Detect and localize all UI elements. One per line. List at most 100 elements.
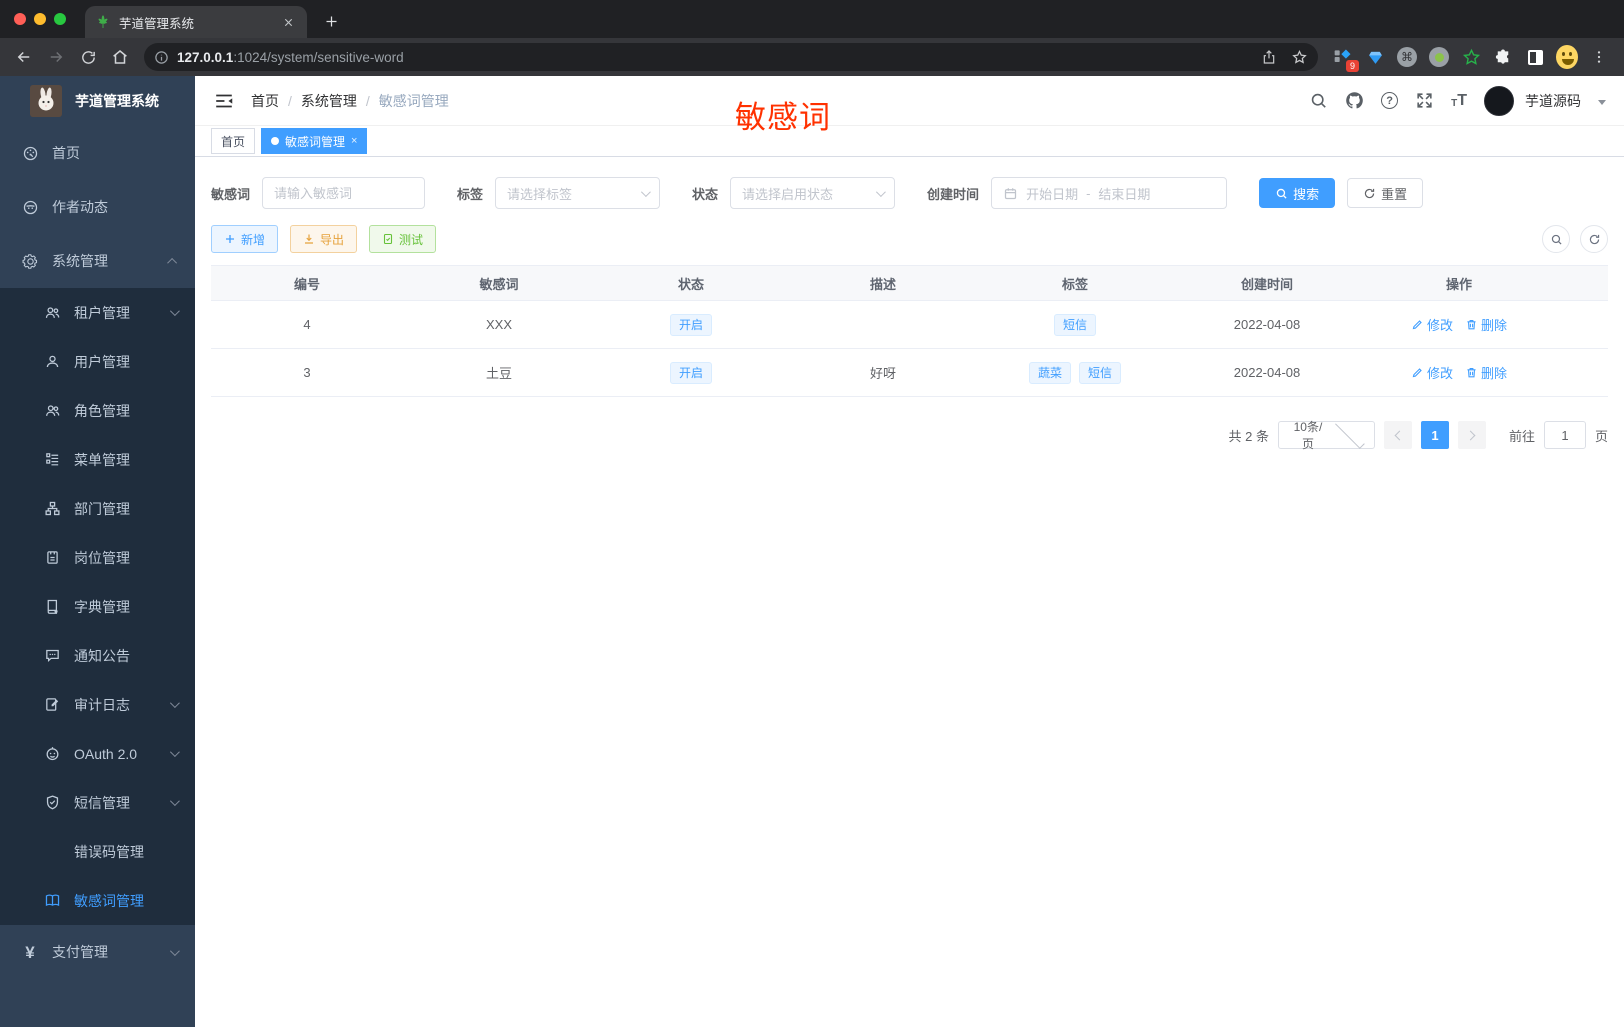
dict-icon [44, 598, 61, 615]
chevron-down-icon [169, 796, 180, 807]
share-icon[interactable] [1261, 49, 1277, 65]
new-tab-button[interactable] [318, 8, 344, 34]
page-number-button[interactable]: 1 [1420, 421, 1449, 449]
cell-status: 开启 [595, 313, 787, 336]
reload-icon[interactable] [74, 43, 102, 71]
favicon-plant-icon [95, 14, 111, 30]
keyword-input[interactable] [274, 185, 414, 201]
cell-tags: 蔬菜 短信 [979, 361, 1171, 384]
next-page-button[interactable] [1457, 421, 1486, 449]
page-tab-1[interactable]: 敏感词管理 × [261, 128, 368, 154]
refresh-icon [1588, 233, 1601, 246]
forward-icon[interactable] [42, 43, 70, 71]
table-toolbar: 新增 导出 测试 [211, 225, 1608, 253]
sidebar-item-16[interactable]: ¥ 支付管理 [0, 925, 195, 979]
sidebar-item-15[interactable]: 敏感词管理 [0, 876, 195, 925]
url-bar[interactable]: 127.0.0.1:1024/system/sensitive-word [144, 43, 1318, 71]
bookmark-star-icon[interactable] [1291, 49, 1308, 66]
window-minimize-button[interactable] [34, 13, 46, 25]
date-range-picker[interactable]: 开始日期 - 结束日期 [991, 177, 1228, 209]
back-icon[interactable] [10, 43, 38, 71]
ext-tab-manager-icon[interactable]: 9 [1332, 46, 1359, 72]
keyword-label: 敏感词 [211, 186, 251, 202]
goto-page-input[interactable] [1543, 421, 1586, 449]
app-title: 芋道管理系统 [75, 93, 159, 109]
delete-link[interactable]: 删除 [1465, 315, 1507, 334]
sidebar-item-14[interactable]: 错误码管理 [0, 827, 195, 876]
sidebar-item-10[interactable]: 通知公告 [0, 631, 195, 680]
breadcrumb-home[interactable]: 首页 [251, 91, 279, 111]
tab-close-icon[interactable]: × [351, 135, 357, 147]
user-name[interactable]: 芋道源码 [1525, 91, 1581, 111]
sidebar-item-4[interactable]: 用户管理 [0, 337, 195, 386]
sidebar: 芋道管理系统 首页 作者动态 系统管理 租户管理 用户管理 角色管理 菜单管理 部门管理 岗位管… [0, 76, 195, 1027]
window-zoom-button[interactable] [54, 13, 66, 25]
browser-tab[interactable]: 芋道管理系统 [85, 6, 307, 38]
ext-gem-icon[interactable] [1364, 46, 1386, 68]
cell-tags: 短信 [979, 313, 1171, 336]
filter-tag: 标签 请选择标签 [457, 177, 661, 209]
github-icon[interactable] [1345, 91, 1364, 110]
sidebar-item-2[interactable]: 系统管理 [0, 234, 195, 288]
edit-link[interactable]: 修改 [1411, 315, 1453, 334]
breadcrumb-separator: / [365, 92, 370, 109]
chevron-down-icon [640, 186, 651, 197]
trash-icon [1465, 318, 1478, 331]
column-header-1: 敏感词 [479, 276, 519, 292]
site-info-icon[interactable] [154, 50, 169, 65]
fullscreen-icon[interactable] [1415, 91, 1434, 110]
sidebar-item-8[interactable]: 岗位管理 [0, 533, 195, 582]
sensitive-word-table: 编号 敏感词 状态 描述 标签 创建时间 操作 4 XXX 开启 短信 2022-04-08 修改 删除… [211, 265, 1608, 397]
sidebar-item-11[interactable]: 审计日志 [0, 680, 195, 729]
add-button[interactable]: 新增 [211, 225, 279, 253]
tag-select[interactable]: 请选择标签 [495, 177, 661, 209]
toggle-search-button[interactable] [1542, 225, 1570, 253]
browser-menu-kebab-icon[interactable] [1588, 46, 1610, 68]
notice-icon [44, 647, 61, 664]
export-button[interactable]: 导出 [290, 225, 358, 253]
sidebar-item-7[interactable]: 部门管理 [0, 484, 195, 533]
sidepanel-icon[interactable] [1524, 46, 1546, 68]
sidebar-item-5[interactable]: 角色管理 [0, 386, 195, 435]
sidebar-collapse-icon[interactable] [213, 90, 235, 112]
search-icon[interactable] [1309, 91, 1328, 110]
ext-command-icon[interactable]: ⌘ [1396, 46, 1418, 68]
window-close-button[interactable] [14, 13, 26, 25]
cell-created: 2022-04-08 [1233, 317, 1301, 332]
page-size-select[interactable]: 10条/页 [1277, 418, 1375, 451]
refresh-table-button[interactable] [1580, 225, 1608, 253]
edit-link[interactable]: 修改 [1411, 363, 1453, 382]
user-menu-caret-icon[interactable] [1598, 99, 1606, 105]
sidebar-item-9[interactable]: 字典管理 [0, 582, 195, 631]
prev-page-button[interactable] [1383, 421, 1412, 449]
sidebar-item-0[interactable]: 首页 [0, 126, 195, 180]
status-select[interactable]: 请选择启用状态 [730, 177, 896, 209]
sidebar-item-13[interactable]: 短信管理 [0, 778, 195, 827]
browser-profile-avatar[interactable] [1556, 45, 1578, 69]
tab-close-icon[interactable] [279, 13, 297, 31]
reset-button[interactable]: 重置 [1347, 178, 1424, 208]
sidebar-item-3[interactable]: 租户管理 [0, 288, 195, 337]
page-tab-0[interactable]: 首页 [211, 128, 256, 154]
home-icon[interactable] [106, 43, 134, 71]
search-button[interactable]: 搜索 [1259, 178, 1336, 208]
ext-recorder-icon[interactable] [1428, 46, 1450, 68]
payment-yen-icon: ¥ [25, 942, 35, 962]
sidebar-item-12[interactable]: OAuth 2.0 [0, 729, 195, 778]
sidebar-menu: 首页 作者动态 系统管理 租户管理 用户管理 角色管理 菜单管理 部门管理 岗位管理 字典管理 通知… [0, 126, 195, 979]
font-size-icon[interactable]: TT [1451, 92, 1467, 109]
user-avatar[interactable] [1484, 85, 1514, 116]
sidebar-item-6[interactable]: 菜单管理 [0, 435, 195, 484]
delete-link[interactable]: 删除 [1465, 363, 1507, 382]
header-actions: ? TT 芋道源码 [1309, 85, 1606, 116]
range-separator: - [1086, 185, 1091, 201]
filter-form: 敏感词 标签 请选择标签 状态 请选择启用状态 [211, 177, 1608, 209]
ext-star-icon[interactable] [1460, 46, 1482, 68]
sidebar-item-1[interactable]: 作者动态 [0, 180, 195, 234]
extensions-puzzle-icon[interactable] [1492, 46, 1514, 68]
window-controls [14, 13, 66, 25]
sidebar-logo[interactable]: 芋道管理系统 [0, 76, 195, 126]
breadcrumb-system[interactable]: 系统管理 [301, 91, 357, 111]
help-icon[interactable]: ? [1381, 92, 1399, 109]
test-button[interactable]: 测试 [369, 225, 437, 253]
